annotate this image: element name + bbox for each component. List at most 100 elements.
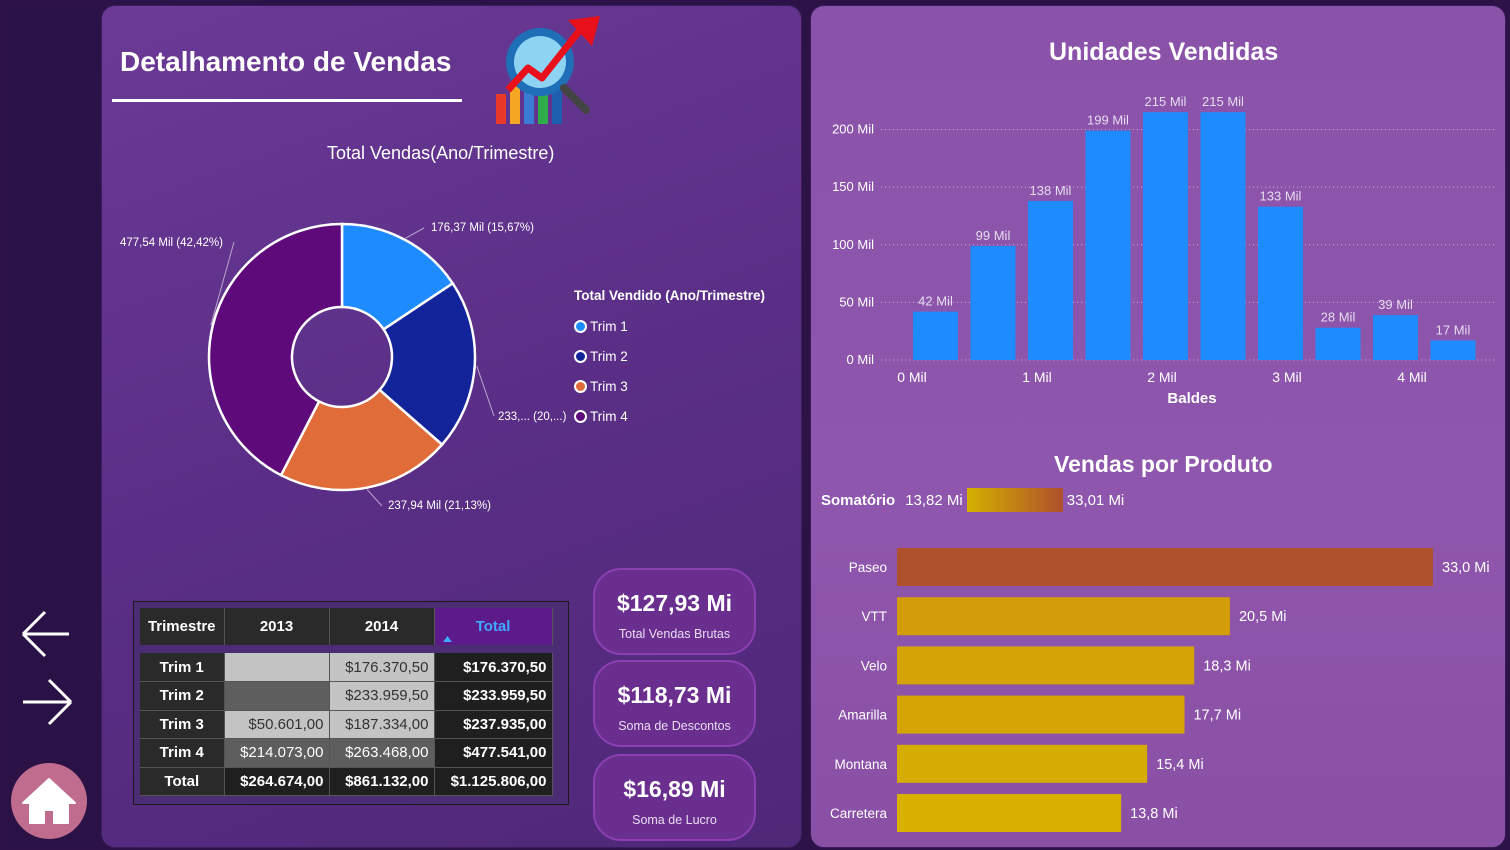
- table-cell-total: $477.541,00: [434, 738, 553, 768]
- units-bar[interactable]: [1028, 200, 1073, 360]
- column-header-trimestre[interactable]: Trimestre: [140, 608, 225, 645]
- nav-rail: [3, 3, 100, 848]
- kpi-card-total-vendas: $127,93 Mi Total Vendas Brutas: [593, 568, 756, 655]
- table-cell: $187.334,00: [329, 710, 435, 739]
- units-bar[interactable]: [1085, 130, 1131, 360]
- left-panel: Detalhamento de Vendas Total Vendas(Ano/…: [101, 5, 802, 848]
- table-cell-total: $233.959,50: [434, 681, 553, 711]
- x-tick-label: 0 Mil: [897, 369, 927, 385]
- legend-item-trim1[interactable]: Trim 1: [574, 311, 765, 341]
- data-label: 42 Mil: [918, 294, 953, 309]
- kpi-label: Soma de Lucro: [632, 813, 717, 827]
- table-cell-total: $176.370,50: [434, 653, 553, 682]
- data-label-trim1: 176,37 Mil (15,67%): [431, 222, 534, 234]
- legend-item-trim2[interactable]: Trim 2: [574, 341, 765, 371]
- category-label: Carretera: [830, 806, 888, 821]
- x-tick-label: 2 Mil: [1147, 369, 1177, 385]
- leader-line: [366, 489, 383, 507]
- x-tick-label: 4 Mil: [1397, 369, 1427, 385]
- table-cell-total: $237.935,00: [434, 710, 553, 739]
- data-label: 18,3 Mi: [1203, 658, 1251, 674]
- kpi-card-lucro: $16,89 Mi Soma de Lucro: [593, 754, 756, 841]
- sort-ascending-icon: [442, 636, 452, 642]
- data-label: 13,8 Mi: [1130, 806, 1178, 822]
- table-cell: [224, 681, 330, 711]
- y-tick-label: 100 Mil: [832, 237, 874, 252]
- units-bar[interactable]: [913, 311, 958, 360]
- sales-matrix-table: Trimestre 2013 2014 Total Trim 1 $176.37…: [133, 601, 569, 805]
- data-label: 215 Mil: [1202, 94, 1244, 109]
- units-bar[interactable]: [1315, 327, 1361, 360]
- product-bar[interactable]: [897, 744, 1148, 783]
- row-label: Total: [140, 767, 225, 796]
- data-label: 17 Mil: [1436, 322, 1471, 337]
- arrow-left-icon[interactable]: [17, 607, 77, 661]
- arrow-right-icon[interactable]: [17, 675, 77, 729]
- units-bar[interactable]: [970, 245, 1016, 360]
- table-cell-total: $264.674,00: [224, 767, 330, 796]
- data-label: 33,0 Mi: [1442, 560, 1490, 576]
- data-label: 39 Mil: [1378, 297, 1413, 312]
- product-bar[interactable]: [897, 695, 1185, 734]
- category-label: Velo: [861, 658, 887, 673]
- category-label: Amarilla: [838, 708, 887, 723]
- leader-line: [476, 365, 495, 417]
- units-bar[interactable]: [1143, 112, 1188, 361]
- data-label: 99 Mil: [976, 228, 1011, 243]
- category-label: Montana: [834, 757, 887, 772]
- data-label-trim2: 233,... (20,...): [498, 411, 567, 423]
- legend-marker-trim3: [574, 379, 587, 393]
- kpi-value: $16,89 Mi: [623, 776, 726, 802]
- data-label-trim3: 237,94 Mil (21,13%): [388, 500, 491, 512]
- table-row[interactable]: Trim 1 $176.370,50 $176.370,50: [140, 653, 553, 682]
- sales-table: Trimestre 2013 2014 Total Trim 1 $176.37…: [140, 608, 553, 796]
- x-tick-label: 3 Mil: [1272, 369, 1302, 385]
- product-bar[interactable]: [897, 646, 1195, 685]
- products-bar-chart: Paseo VTT Velo Amarilla Montana Carretera 33,…: [830, 548, 1490, 832]
- column-header-2014[interactable]: 2014: [329, 608, 435, 645]
- legend-marker-trim4: [574, 409, 587, 423]
- units-bar[interactable]: [1258, 206, 1303, 360]
- units-bar[interactable]: [1373, 315, 1418, 360]
- legend-title: Total Vendido (Ano/Trimestre): [574, 288, 766, 303]
- column-header-2013[interactable]: 2013: [224, 608, 330, 645]
- data-label: 138 Mil: [1030, 183, 1072, 198]
- data-label: 28 Mil: [1321, 310, 1356, 325]
- products-chart-title: Vendas por Produto: [1054, 451, 1273, 477]
- table-cell: [224, 653, 330, 682]
- legend-item-trim4[interactable]: Trim 4: [574, 401, 765, 431]
- units-bar[interactable]: [1430, 340, 1476, 360]
- legend-marker-trim1: [574, 319, 587, 333]
- table-row[interactable]: Trim 3 $50.601,00 $187.334,00 $237.935,0…: [140, 710, 553, 739]
- row-label: Trim 4: [140, 738, 225, 768]
- legend-item-trim3[interactable]: Trim 3: [574, 371, 765, 401]
- legend-label: Trim 3: [590, 378, 628, 394]
- y-tick-label: 150 Mil: [832, 179, 874, 194]
- table-cell: $233.959,50: [329, 681, 435, 711]
- legend-marker-trim2: [574, 349, 587, 363]
- column-header-total[interactable]: Total: [434, 608, 553, 645]
- table-cell: $214.073,00: [224, 738, 330, 768]
- product-bar[interactable]: [897, 597, 1230, 636]
- data-label: 199 Mil: [1087, 113, 1129, 128]
- kpi-label: Soma de Descontos: [618, 719, 731, 733]
- data-label: 17,7 Mi: [1193, 708, 1241, 724]
- product-bar[interactable]: [897, 794, 1122, 832]
- kpi-value: $118,73 Mi: [617, 682, 732, 708]
- table-cell: $176.370,50: [329, 653, 435, 682]
- y-tick-label: 200 Mil: [832, 122, 874, 137]
- product-bar[interactable]: [897, 548, 1433, 586]
- table-cell: $263.468,00: [329, 738, 435, 768]
- table-total-row[interactable]: Total $264.674,00 $861.132,00 $1.125.806…: [140, 767, 553, 796]
- data-label: 15,4 Mi: [1156, 757, 1204, 773]
- column-header-total-label: Total: [475, 618, 511, 635]
- units-bar[interactable]: [1200, 112, 1246, 361]
- table-row[interactable]: Trim 2 $233.959,50 $233.959,50: [140, 681, 553, 711]
- table-cell: $50.601,00: [224, 710, 330, 739]
- y-tick-label: 0 Mil: [847, 352, 875, 367]
- home-button[interactable]: [11, 763, 87, 839]
- legend-label: Trim 4: [590, 408, 628, 424]
- kpi-value: $127,93 Mi: [616, 590, 733, 616]
- table-row[interactable]: Trim 4 $214.073,00 $263.468,00 $477.541,…: [140, 738, 553, 768]
- data-label: 20,5 Mi: [1239, 609, 1287, 625]
